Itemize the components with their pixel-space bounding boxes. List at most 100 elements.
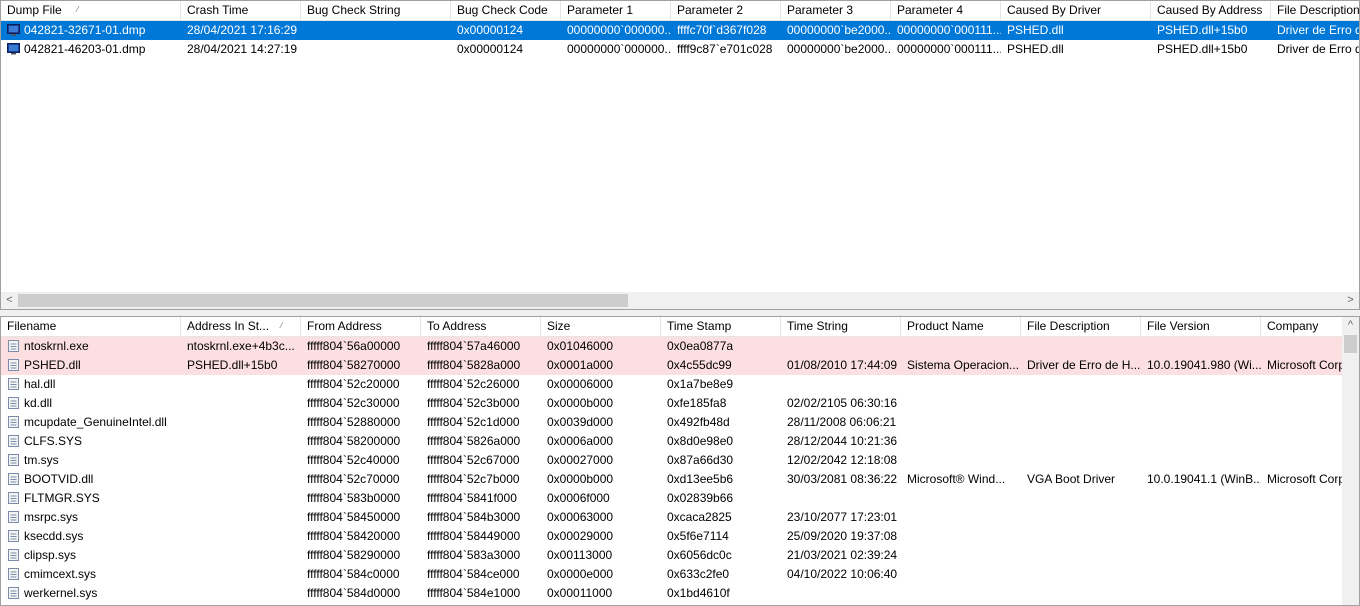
table-row[interactable]: PSHED.dll PSHED.dll+15b0 fffff804`58270000…	[1, 356, 1345, 375]
column-header[interactable]: Caused By Driver	[1001, 1, 1151, 20]
column-header[interactable]: Bug Check String	[301, 1, 451, 20]
module-list-header: Filename Address In St... ⁄ From Address To …	[1, 317, 1359, 337]
table-cell	[781, 584, 901, 603]
table-cell: fffff804`58449000	[427, 529, 521, 543]
table-row[interactable]: FLTMGR.SYS fffff804`583b0000 fffff804`5841…	[1, 489, 1342, 508]
scroll-thumb[interactable]	[1344, 335, 1357, 353]
table-cell: ntoskrnl.exe	[24, 339, 89, 353]
table-row[interactable]: 042821-46203-01.dmp 28/04/2021 14:27:19 0x…	[1, 40, 1359, 59]
column-header[interactable]: File Version	[1141, 317, 1261, 336]
table-cell: fffff804`52c30000	[307, 396, 400, 410]
table-cell	[1141, 584, 1261, 603]
table-cell: 0x00029000	[547, 529, 614, 543]
table-cell	[181, 489, 301, 508]
table-cell: fffff804`52880000	[307, 415, 401, 429]
scroll-up-icon[interactable]: ^	[1342, 317, 1359, 334]
table-cell	[1021, 565, 1141, 584]
table-cell: fffff804`583a3000	[427, 548, 521, 562]
table-cell	[1141, 508, 1261, 527]
table-cell: 0x0006a000	[547, 434, 614, 448]
table-cell	[1141, 432, 1261, 451]
column-header[interactable]: Time String	[781, 317, 901, 336]
table-cell: fffff804`52c20000	[307, 377, 400, 391]
table-cell: 0x0001a000	[547, 358, 614, 372]
column-header[interactable]: Parameter 1	[561, 1, 671, 20]
table-row[interactable]: CLFS.SYS fffff804`58200000 fffff804`5826a0…	[1, 432, 1342, 451]
column-header[interactable]: Product Name	[901, 317, 1021, 336]
table-cell	[181, 451, 301, 470]
table-row[interactable]: werkernel.sys fffff804`584d0000 fffff804`5…	[1, 584, 1342, 603]
table-cell: fffff804`584e1000	[427, 586, 521, 600]
table-row[interactable]: clipsp.sys fffff804`58290000 fffff804`583a…	[1, 546, 1342, 565]
table-cell: 00000000`000111...	[897, 42, 1001, 56]
table-cell: tm.sys	[24, 453, 59, 467]
column-header[interactable]: File Description	[1021, 317, 1141, 336]
table-cell	[901, 565, 1021, 584]
table-cell: 10.0.19041.980 (Wi...	[1147, 358, 1261, 372]
table-row[interactable]: cmimcext.sys fffff804`584c0000 fffff804`58…	[1, 565, 1342, 584]
table-cell: fffff804`52c40000	[307, 453, 400, 467]
horizontal-scrollbar[interactable]: < >	[1, 292, 1359, 309]
table-cell	[1141, 489, 1261, 508]
table-cell: 0x0006f000	[547, 491, 610, 505]
table-row[interactable]: ntoskrnl.exe ntoskrnl.exe+4b3c... fffff804…	[1, 337, 1342, 356]
table-cell: ksecdd.sys	[24, 529, 84, 543]
column-header[interactable]: Address In St...	[181, 317, 301, 336]
table-cell	[901, 413, 1021, 432]
table-cell: 00000000`000000...	[567, 23, 671, 37]
column-header[interactable]: Dump File	[1, 1, 181, 20]
table-cell	[901, 337, 1021, 356]
column-header[interactable]: Parameter 2	[671, 1, 781, 20]
table-cell: werkernel.sys	[24, 586, 98, 600]
table-cell	[901, 546, 1021, 565]
table-cell	[181, 527, 301, 546]
scroll-left-icon[interactable]: <	[1, 292, 18, 309]
table-cell: 0xd13ee5b6	[667, 472, 734, 486]
table-cell: 0xcaca2825	[667, 510, 732, 524]
column-header[interactable]: To Address	[421, 317, 541, 336]
table-row[interactable]: BOOTVID.dll fffff804`52c70000 fffff804`52c…	[1, 470, 1345, 489]
table-row[interactable]: msrpc.sys fffff804`58450000 fffff804`584b3…	[1, 508, 1342, 527]
vertical-scrollbar[interactable]: ^	[1342, 317, 1359, 605]
table-row[interactable]: mcupdate_GenuineIntel.dll fffff804`528800…	[1, 413, 1342, 432]
column-header[interactable]: Parameter 4	[891, 1, 1001, 20]
table-cell: 042821-32671-01.dmp	[24, 23, 146, 37]
column-header[interactable]: File Description	[1271, 1, 1359, 20]
table-cell: PSHED.dll	[1007, 42, 1064, 56]
table-cell: fffff804`52c1d000	[427, 415, 520, 429]
table-cell	[1021, 432, 1141, 451]
table-cell	[1021, 337, 1141, 356]
scroll-thumb[interactable]	[18, 294, 628, 307]
column-header[interactable]: Caused By Address	[1151, 1, 1271, 20]
table-cell: PSHED.dll+15b0	[1157, 23, 1248, 37]
table-cell: 00000000`000000...	[567, 42, 671, 56]
table-row[interactable]: tm.sys fffff804`52c40000 fffff804`52c67000…	[1, 451, 1342, 470]
column-header[interactable]: Filename	[1, 317, 181, 336]
table-cell	[901, 394, 1021, 413]
table-row[interactable]: hal.dll fffff804`52c20000 fffff804`52c2600…	[1, 375, 1342, 394]
table-cell	[181, 394, 301, 413]
table-cell: 28/04/2021 17:16:29	[187, 23, 298, 37]
table-cell	[1021, 451, 1141, 470]
table-cell: fffff804`58200000	[307, 434, 401, 448]
table-cell: fffff804`58270000	[307, 358, 401, 372]
sort-arrow-icon: ⁄	[281, 321, 283, 330]
column-header[interactable]: Crash Time	[181, 1, 301, 20]
table-row[interactable]: kd.dll fffff804`52c30000 fffff804`52c3b000…	[1, 394, 1342, 413]
table-cell: fffff804`584d0000	[307, 586, 401, 600]
table-row[interactable]: 042821-32671-01.dmp 28/04/2021 17:16:29 0x…	[1, 21, 1359, 40]
column-header[interactable]: Bug Check Code	[451, 1, 561, 20]
table-cell: 0x5f6e7114	[667, 529, 729, 543]
table-cell: 00000000`000111...	[897, 23, 1001, 37]
table-cell	[901, 584, 1021, 603]
table-row[interactable]: ksecdd.sys fffff804`58420000 fffff804`5844…	[1, 527, 1342, 546]
table-cell	[1141, 565, 1261, 584]
column-header[interactable]: Time Stamp	[661, 317, 781, 336]
column-header[interactable]: Size	[541, 317, 661, 336]
table-cell: fffff804`584c0000	[307, 567, 400, 581]
table-cell: fffff804`584b3000	[427, 510, 521, 524]
column-header[interactable]: From Address	[301, 317, 421, 336]
sort-arrow-icon: ⁄	[77, 5, 79, 14]
column-header[interactable]: Parameter 3	[781, 1, 891, 20]
scroll-right-icon[interactable]: >	[1342, 292, 1359, 309]
